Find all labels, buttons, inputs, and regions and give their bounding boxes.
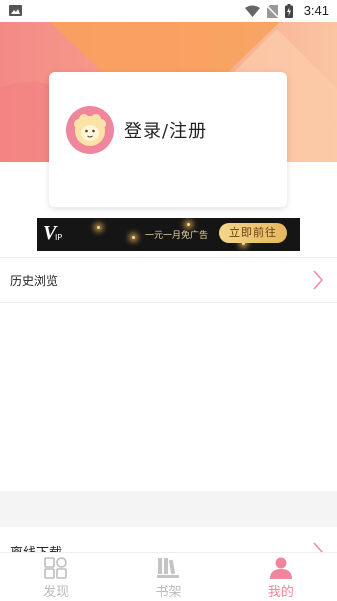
tab-label: 书架 — [155, 585, 182, 600]
bookshelf-icon — [157, 558, 180, 578]
wifi-icon — [245, 5, 260, 17]
sparkle — [132, 236, 135, 239]
battery-charging-icon — [285, 4, 293, 18]
no-sim-icon — [267, 4, 278, 18]
tab-label: 我的 — [267, 585, 294, 600]
menu-item-label: 历史浏览 — [10, 274, 59, 288]
image-notification-icon — [9, 5, 22, 16]
menu-item-history[interactable]: 历史浏览 — [0, 258, 337, 302]
discover-grid-icon — [44, 557, 67, 579]
divider — [0, 302, 337, 303]
tab-discover[interactable]: 发现 — [0, 553, 112, 601]
vip-slogan: 一元一月免广告 — [145, 231, 209, 241]
user-icon — [269, 557, 292, 579]
tab-label: 发现 — [43, 585, 70, 600]
vip-banner[interactable]: V IP 一元一月免广告 立即前往 — [37, 218, 300, 251]
avatar[interactable] — [66, 106, 114, 154]
sparkle — [187, 223, 190, 226]
login-register-link[interactable]: 登录/注册 — [124, 117, 207, 143]
tab-bookshelf[interactable]: 书架 — [112, 553, 224, 601]
status-time: 3:41 — [303, 3, 329, 18]
vip-logo-sub: IP — [55, 233, 63, 242]
section-separator — [0, 491, 337, 527]
login-card[interactable]: 登录/注册 — [49, 72, 287, 207]
bottom-tab-bar: 发现 书架 我的 — [0, 552, 337, 601]
sheep-avatar-icon — [74, 114, 106, 146]
vip-go-button[interactable]: 立即前往 — [219, 223, 287, 243]
status-bar: 3:41 — [0, 0, 337, 22]
tab-me[interactable]: 我的 — [225, 553, 337, 601]
sparkle — [97, 226, 100, 229]
chevron-right-icon — [313, 270, 323, 290]
status-icons — [245, 4, 293, 18]
